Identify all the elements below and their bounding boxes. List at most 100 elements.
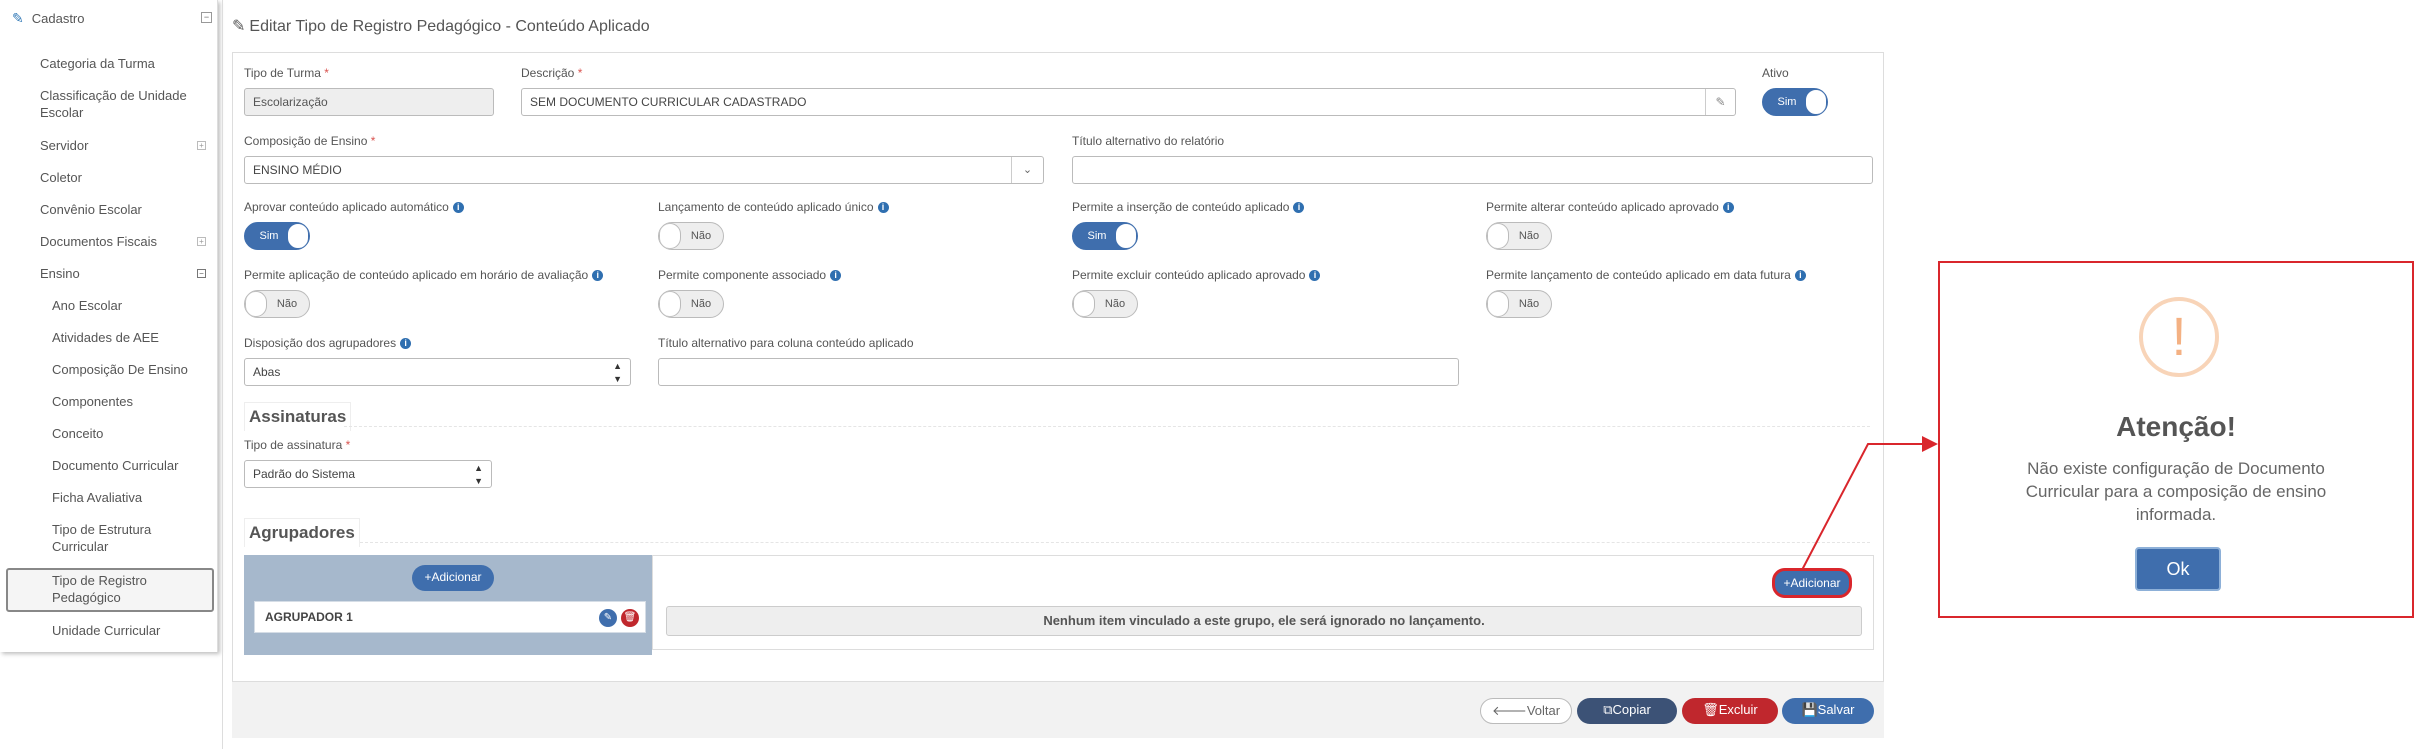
edit-icon[interactable]: ✎: [1705, 89, 1735, 115]
sidebar-item-label: Unidade Curricular: [52, 623, 161, 638]
info-icon[interactable]: i: [452, 202, 464, 214]
toggle-label: Permite componente associado i: [658, 268, 842, 282]
toggle-label: Lançamento de conteúdo aplicado único i: [658, 200, 889, 214]
toggle-text: Não: [1104, 298, 1126, 310]
sidebar-header[interactable]: ✎ Cadastro −: [12, 10, 212, 32]
sidebar-item-ensino[interactable]: Ensino −: [40, 265, 245, 282]
tipo-assinatura-select[interactable]: Padrão do Sistema ▲ ▼: [244, 460, 492, 488]
info-icon[interactable]: i: [1309, 270, 1321, 282]
aprovar-automatico-toggle[interactable]: Sim: [244, 222, 310, 250]
trash-icon[interactable]: 🗑: [621, 609, 639, 627]
descricao-field[interactable]: SEM DOCUMENTO CURRICULAR CADASTRADO ✎: [521, 88, 1736, 116]
descricao-value: SEM DOCUMENTO CURRICULAR CADASTRADO: [530, 95, 807, 109]
info-icon[interactable]: i: [830, 270, 842, 282]
sidebar-item-label: Ensino: [40, 266, 80, 281]
sidebar-item-tipo-registro[interactable]: Tipo de Registro Pedagógico: [52, 572, 192, 606]
info-icon[interactable]: i: [1722, 202, 1734, 214]
info-icon[interactable]: i: [1293, 202, 1305, 214]
sidebar-item-ano-escolar[interactable]: Ano Escolar: [52, 297, 122, 314]
toggle-label: Permite alterar conteúdo aplicado aprova…: [1486, 200, 1734, 214]
titulo-relatorio-input[interactable]: [1072, 156, 1873, 184]
sidebar-item-label: Conceito: [52, 426, 104, 441]
sidebar-item-ficha-avaliativa[interactable]: Ficha Avaliativa: [52, 489, 142, 506]
tipo-turma-label: Tipo de Turma *: [244, 66, 329, 80]
sidebar-item-label: Convênio Escolar: [40, 202, 142, 217]
descricao-label: Descrição *: [521, 66, 583, 80]
voltar-button[interactable]: 🡐Voltar: [1480, 698, 1572, 724]
sidebar-item-classificacao[interactable]: Classificação de Unidade Escolar: [40, 87, 200, 121]
toggle-text: Sim: [259, 230, 279, 242]
info-icon[interactable]: i: [592, 270, 604, 282]
sidebar-item-conceito[interactable]: Conceito: [52, 425, 103, 442]
dialog-message: Não existe configuração de Documento Cur…: [2025, 459, 2327, 524]
toggle-label: Permite aplicação de conteúdo aplicado e…: [244, 268, 604, 282]
alert-dialog: ! Atenção! Não existe configuração de Do…: [1938, 261, 2414, 618]
add-agrupador-button-left[interactable]: +Adicionar: [412, 565, 494, 591]
salvar-button[interactable]: 💾Salvar: [1782, 698, 1874, 724]
lancamento-unico-toggle[interactable]: Não: [658, 222, 724, 250]
componente-associado-toggle[interactable]: Não: [658, 290, 724, 318]
save-icon: 💾: [1801, 702, 1818, 717]
agrupador-row[interactable]: AGRUPADOR 1 ✎ 🗑: [254, 601, 646, 633]
collapse-icon[interactable]: −: [201, 12, 212, 23]
sidebar-item-composicao[interactable]: Composição De Ensino: [52, 361, 188, 378]
sidebar-item-convenio[interactable]: Convênio Escolar: [40, 201, 142, 218]
chevron-down-icon[interactable]: ⌄: [1011, 157, 1043, 183]
edit-icon: ✎: [232, 18, 246, 35]
sidebar-item-label: Tipo de Registro Pedagógico: [52, 573, 147, 605]
sidebar-item-label: Classificação de Unidade Escolar: [40, 88, 187, 120]
disposicao-select[interactable]: Abas ▲ ▼: [244, 358, 631, 386]
ok-button[interactable]: Ok: [2135, 547, 2221, 591]
sidebar-item-label: Componentes: [52, 394, 133, 409]
ativo-toggle[interactable]: Sim: [1762, 88, 1828, 116]
horario-avaliacao-toggle[interactable]: Não: [244, 290, 310, 318]
divider: [344, 426, 1870, 427]
toggle-knob: [287, 223, 309, 249]
dialog-title: Atenção!: [2116, 411, 2236, 442]
sidebar-item-componentes[interactable]: Componentes: [52, 393, 133, 410]
titulo-coluna-input[interactable]: [658, 358, 1459, 386]
agrupador-name: AGRUPADOR 1: [265, 610, 353, 624]
sidebar-item-tipo-estrutura[interactable]: Tipo de Estrutura Curricular: [52, 521, 202, 555]
toggle-text: Não: [690, 298, 712, 310]
toggle-text: Não: [276, 298, 298, 310]
sidebar-item-categoria-turma[interactable]: Categoria da Turma: [40, 55, 155, 72]
toggle-text: Não: [1518, 298, 1540, 310]
expand-icon[interactable]: +: [197, 141, 206, 150]
edit-icon: ✎: [12, 10, 24, 26]
copiar-button[interactable]: ⧉Copiar: [1577, 698, 1677, 724]
permite-insercao-toggle[interactable]: Sim: [1072, 222, 1138, 250]
info-icon[interactable]: i: [400, 338, 412, 350]
disposicao-value: Abas: [253, 365, 281, 379]
data-futura-toggle[interactable]: Não: [1486, 290, 1552, 318]
tipo-assinatura-value: Padrão do Sistema: [253, 467, 356, 481]
arrow-left-icon: 🡐: [1491, 703, 1527, 718]
sidebar-item-servidor[interactable]: Servidor +: [40, 137, 245, 154]
sidebar-item-documento-curricular[interactable]: Documento Curricular: [52, 457, 178, 474]
trash-icon: 🗑: [1702, 702, 1719, 717]
toggle-label: Permite a inserção de conteúdo aplicado i: [1072, 200, 1305, 214]
edit-icon[interactable]: ✎: [599, 609, 617, 627]
sidebar: ✎ Cadastro − Categoria da Turma Classific…: [0, 0, 218, 652]
excluir-button[interactable]: 🗑Excluir: [1682, 698, 1778, 724]
permite-alterar-toggle[interactable]: Não: [1486, 222, 1552, 250]
toggle-knob: [1115, 223, 1137, 249]
arrow-line: [1801, 436, 1938, 571]
sidebar-item-coletor[interactable]: Coletor: [40, 169, 82, 186]
toggle-knob: [1805, 89, 1827, 115]
composicao-select[interactable]: ENSINO MÉDIO ⌄: [244, 156, 1044, 184]
sidebar-header-label: Cadastro: [31, 11, 85, 26]
collapse-icon[interactable]: −: [197, 269, 206, 278]
info-icon[interactable]: i: [877, 202, 889, 214]
expand-icon[interactable]: +: [197, 237, 206, 246]
sidebar-item-documentos-fiscais[interactable]: Documentos Fiscais +: [40, 233, 245, 250]
sidebar-item-atividades-aee[interactable]: Atividades de AEE: [52, 329, 159, 346]
composicao-value: ENSINO MÉDIO: [253, 163, 342, 177]
sidebar-item-label: Ano Escolar: [52, 298, 123, 313]
info-icon[interactable]: i: [1794, 270, 1806, 282]
page-title-text: Editar Tipo de Registro Pedagógico - Con…: [249, 18, 650, 35]
excluir-label: Excluir: [1718, 702, 1758, 717]
sidebar-item-label: Composição De Ensino: [52, 362, 188, 377]
permite-excluir-toggle[interactable]: Não: [1072, 290, 1138, 318]
sidebar-item-unidade-curricular[interactable]: Unidade Curricular: [52, 622, 160, 639]
